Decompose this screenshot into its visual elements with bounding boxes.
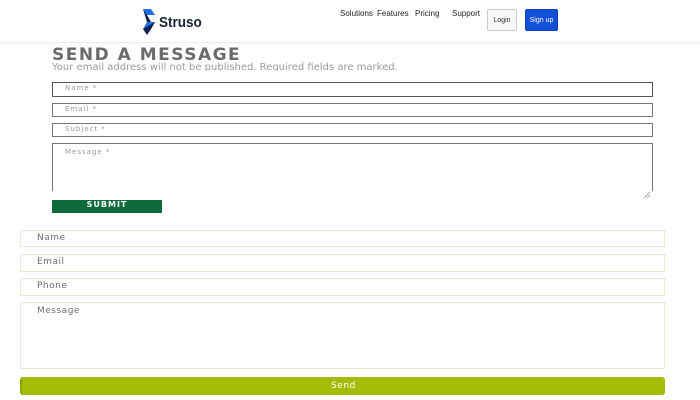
nav-item-features[interactable]: Features bbox=[377, 9, 409, 18]
resize-handle-icon[interactable] bbox=[643, 183, 651, 199]
contact-name-placeholder: Name bbox=[37, 233, 66, 243]
contact-form-message-field[interactable]: Message bbox=[20, 302, 665, 369]
nav-item-support[interactable]: Support bbox=[452, 9, 480, 18]
brand-name: Struso bbox=[159, 13, 202, 31]
message-form-name-field[interactable]: Name * bbox=[52, 82, 653, 97]
contact-email-placeholder: Email bbox=[37, 257, 65, 267]
message-form-email-field[interactable]: Email * bbox=[52, 103, 653, 117]
contact-form-email-field[interactable]: Email bbox=[20, 254, 665, 272]
contact-form-name-field[interactable]: Name bbox=[20, 230, 665, 247]
site-header: Struso Solutions Features Pricing Suppor… bbox=[0, 0, 700, 43]
subject-placeholder: Subject * bbox=[65, 125, 106, 133]
submit-button[interactable]: SUBMIT bbox=[52, 200, 162, 213]
name-placeholder: Name * bbox=[65, 84, 98, 92]
message-form-message-field[interactable]: Message * bbox=[52, 143, 653, 199]
message-placeholder: Message * bbox=[65, 148, 111, 156]
struso-logo-icon bbox=[141, 9, 157, 35]
contact-message-placeholder: Message bbox=[37, 306, 80, 316]
contact-page: Struso Solutions Features Pricing Suppor… bbox=[0, 0, 700, 400]
send-button[interactable]: Send bbox=[20, 377, 665, 395]
nav-item-solutions[interactable]: Solutions bbox=[340, 9, 373, 18]
login-button[interactable]: Login bbox=[487, 9, 517, 31]
brand[interactable]: Struso bbox=[141, 8, 207, 36]
nav-item-pricing[interactable]: Pricing bbox=[415, 9, 439, 18]
signup-button[interactable]: Sign up bbox=[525, 9, 558, 31]
contact-phone-placeholder: Phone bbox=[37, 281, 68, 291]
contact-form-phone-field[interactable]: Phone bbox=[20, 278, 665, 296]
form-subtitle: Your email address will not be published… bbox=[52, 62, 398, 71]
message-form-subject-field[interactable]: Subject * bbox=[52, 123, 653, 137]
email-placeholder: Email * bbox=[65, 105, 98, 113]
